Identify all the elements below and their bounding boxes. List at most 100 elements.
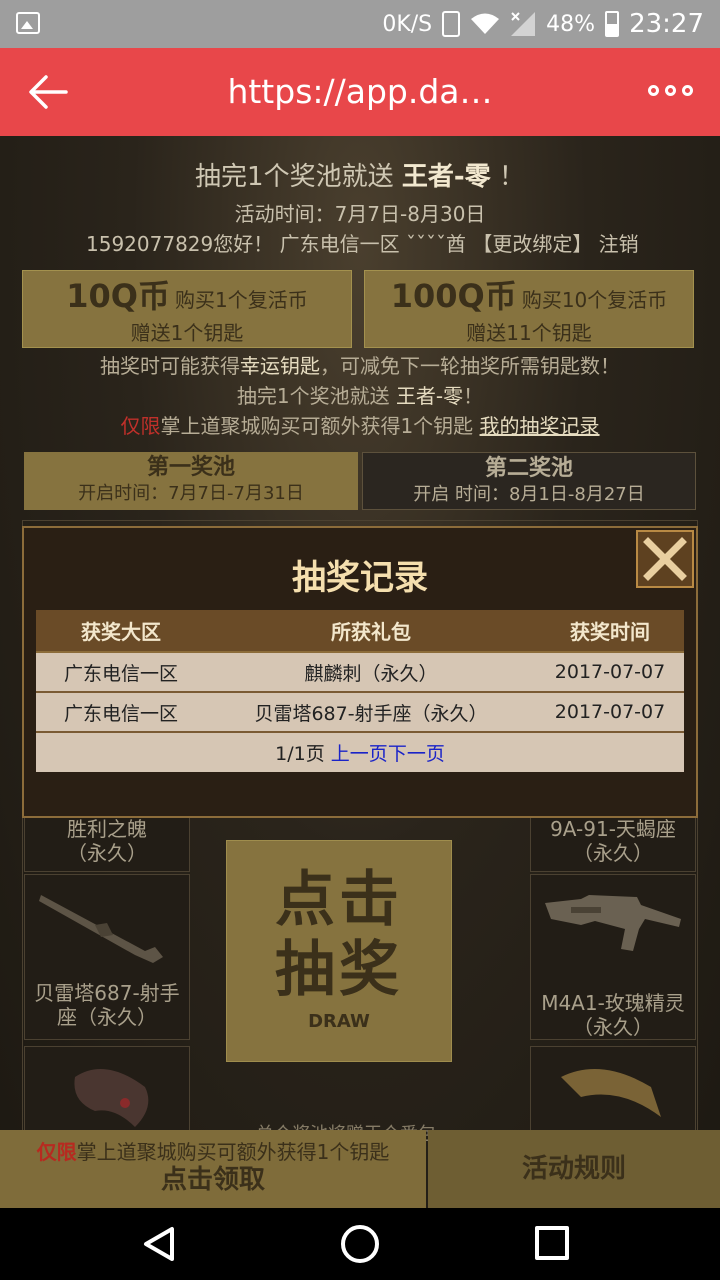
status-bar: 0K/S 48% 23:27	[0, 0, 720, 48]
claim-button[interactable]: 仅限掌上道聚城购买可额外获得1个钥匙 点击领取	[0, 1130, 426, 1208]
app-bar: https://app.da…	[0, 48, 720, 136]
hero-title-suffix: ！	[498, 162, 525, 192]
prize-item[interactable]	[530, 1046, 696, 1140]
event-time: 活动时间：7月7日-8月30日	[234, 202, 486, 226]
hero-title-bold: 王者-零	[401, 162, 491, 192]
pool-time: 开启时间：7月7日-7月31日	[78, 483, 304, 504]
claim-note: 仅限掌上道聚城购买可额外获得1个钥匙	[0, 1140, 426, 1164]
prize-item[interactable]: M4A1-玫瑰精灵 （永久）	[530, 874, 696, 1040]
records-table: 获奖大区 所获礼包 获奖时间 广东电信一区 麒麟刺（永久） 2017-07-07…	[36, 610, 684, 772]
table-row: 广东电信一区 麒麟刺（永久） 2017-07-07	[36, 652, 684, 693]
tab-pool-2[interactable]: 第二奖池 开启 时间：8月1日-8月27日	[362, 452, 696, 510]
next-page-link[interactable]: 下一页	[388, 743, 445, 765]
signal-icon	[511, 12, 536, 36]
prize-tag: （永久）	[573, 1015, 653, 1039]
hero-title: 抽完1个奖池就送 王者-零 ！	[0, 156, 720, 193]
prize-tag: （永久）	[67, 841, 147, 865]
info-highlight: 王者-零	[395, 384, 464, 408]
info-line-1: 抽奖时可能获得幸运钥匙，可减免下一轮抽奖所需钥匙数！	[0, 350, 720, 379]
info-highlight: 幸运钥匙	[240, 354, 320, 378]
prize-name: M4A1-玫瑰精灵	[541, 991, 685, 1015]
info-text: ，可减免下一轮抽奖所需钥匙数！	[320, 354, 620, 378]
cell-region: 广东电信一区	[36, 692, 206, 733]
pool-title: 第二奖池	[484, 456, 573, 481]
info-red: 仅限	[120, 414, 161, 438]
prize-item[interactable]: 胜利之魄 （永久）	[24, 816, 190, 872]
prize-item[interactable]	[24, 1046, 190, 1140]
pager: 1/1页 上一页下一页	[36, 732, 684, 772]
buy-option-100[interactable]: 100Q币 购买10个复活币 赠送11个钥匙	[364, 270, 694, 348]
shotgun-icon	[39, 895, 163, 963]
pager-row: 1/1页 上一页下一页	[36, 732, 684, 772]
info-text: 掌上道聚城购买可额外获得1个钥匙	[160, 414, 474, 438]
buy-option-10[interactable]: 10Q币 购买1个复活币 赠送1个钥匙	[22, 270, 352, 348]
prize-item[interactable]: 9A-91-天蝎座 （永久）	[530, 816, 696, 872]
prize-name: 贝雷塔687-射手	[34, 981, 180, 1005]
status-right: 0K/S 48% 23:27	[382, 8, 704, 40]
screen: 0K/S 48% 23:27 https://app.da… 抽完1个奖池就送 …	[0, 0, 720, 1280]
url-title: https://app.da…	[227, 72, 493, 111]
buy-desc: 购买1个复活币	[175, 288, 308, 312]
buy-desc: 购买10个复活币	[521, 288, 668, 312]
table-header-row: 获奖大区 所获礼包 获奖时间	[36, 610, 684, 653]
wifi-icon	[471, 13, 500, 34]
col-region: 获奖大区	[36, 610, 206, 653]
nav-recent-icon[interactable]	[535, 1226, 569, 1260]
nav-home-icon[interactable]	[341, 1225, 379, 1263]
clock: 23:27	[629, 9, 704, 39]
cell-gift: 麒麟刺（永久）	[206, 652, 536, 693]
back-arrow-icon[interactable]	[26, 70, 70, 114]
claim-text: 掌上道聚城购买可额外获得1个钥匙	[76, 1140, 390, 1164]
table-row: 广东电信一区 贝雷塔687-射手座（永久） 2017-07-07	[36, 692, 684, 733]
prev-page-link[interactable]: 上一页	[331, 743, 388, 765]
rifle-icon	[545, 895, 681, 951]
vibrate-icon	[442, 11, 461, 37]
info-line-2: 抽完1个奖池就送 王者-零！	[0, 380, 720, 409]
more-dots-icon[interactable]	[648, 78, 696, 102]
cell-region: 广东电信一区	[36, 652, 206, 693]
info-line-3: 仅限掌上道聚城购买可额外获得1个钥匙 我的抽奖记录	[0, 410, 720, 439]
col-time: 获奖时间	[536, 610, 684, 653]
battery-percent: 48%	[546, 11, 596, 37]
pager-text: 1/1页	[275, 743, 325, 765]
modal-title: 抽奖记录	[292, 558, 428, 598]
draw-line2: 抽奖	[275, 935, 403, 1005]
user-line: 1592077829您好！ 广东电信一区 ˇˇˇˇ酋 【更改绑定】 注销	[86, 232, 639, 256]
records-modal: 抽奖记录 获奖大区 所获礼包 获奖时间 广东电信一区 麒麟刺（永久） 2017-…	[22, 526, 698, 818]
bottom-bar: 仅限掌上道聚城购买可额外获得1个钥匙 点击领取 活动规则	[0, 1130, 720, 1208]
rules-button[interactable]: 活动规则	[428, 1130, 720, 1208]
hero-title-prefix: 抽完1个奖池就送	[195, 162, 394, 192]
knife-icon	[561, 1069, 661, 1117]
my-records-link[interactable]: 我的抽奖记录	[480, 414, 600, 438]
info-text: ！	[463, 384, 484, 408]
buy-gift: 赠送1个钥匙	[130, 321, 244, 345]
draw-button[interactable]: 点击 抽奖 DRAW	[226, 840, 452, 1062]
info-text: 抽完1个奖池就送	[236, 384, 396, 408]
cell-time: 2017-07-07	[536, 652, 684, 693]
tab-pool-1[interactable]: 第一奖池 开启时间：7月7日-7月31日	[24, 452, 358, 510]
draw-en: DRAW	[308, 1011, 370, 1032]
blade-icon	[74, 1069, 149, 1127]
claim-red: 仅限	[36, 1140, 77, 1164]
battery-icon	[605, 11, 620, 37]
cell-time: 2017-07-07	[536, 692, 684, 733]
prize-item[interactable]: 贝雷塔687-射手 座（永久）	[24, 874, 190, 1040]
nav-back-icon[interactable]	[142, 1226, 178, 1262]
claim-label: 点击领取	[160, 1165, 265, 1195]
draw-line1: 点击	[275, 865, 403, 935]
cell-gift: 贝雷塔687-射手座（永久）	[206, 692, 536, 733]
pool-time: 开启 时间：8月1日-8月27日	[413, 484, 645, 505]
image-icon	[16, 12, 40, 34]
close-x-glyph	[643, 537, 687, 581]
prize-tag: （永久）	[573, 841, 653, 865]
pool-title: 第一奖池	[146, 455, 235, 480]
prize-tag: 座（永久）	[57, 1005, 157, 1029]
prize-name: 胜利之魄	[67, 817, 147, 841]
info-text: 抽奖时可能获得	[100, 354, 240, 378]
close-x-icon[interactable]	[636, 530, 694, 588]
buy-price: 10Q币	[66, 277, 170, 315]
col-gift: 所获礼包	[206, 610, 536, 653]
buy-price: 100Q币	[390, 277, 517, 315]
prize-name: 9A-91-天蝎座	[550, 817, 676, 841]
nav-bar	[0, 1208, 720, 1280]
